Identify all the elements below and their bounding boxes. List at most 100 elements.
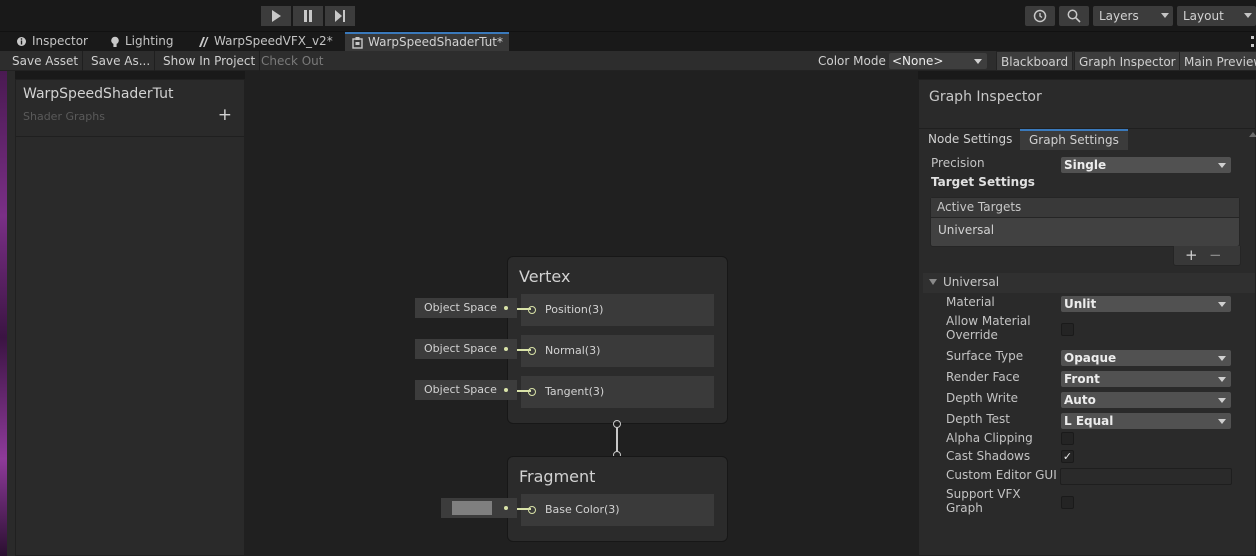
vertex-slot-tangent[interactable]: Tangent(3)	[521, 376, 714, 408]
cast-shadows-checkbox[interactable]: ✓	[1061, 450, 1074, 463]
material-label: Material	[946, 295, 995, 309]
material-dropdown[interactable]: Unlit	[1061, 296, 1231, 312]
play-icon	[272, 10, 281, 22]
base-color-input[interactable]	[441, 498, 517, 518]
layout-label: Layout	[1183, 9, 1224, 23]
alpha-clipping-checkbox[interactable]	[1061, 432, 1074, 445]
graph-inspector-toggle-button[interactable]: Graph Inspector	[1074, 51, 1181, 71]
slot-label: Normal(3)	[545, 344, 601, 357]
alpha-clipping-label: Alpha Clipping	[946, 431, 1033, 445]
material-value: Unlit	[1064, 297, 1097, 311]
input-value: Object Space	[424, 342, 497, 355]
layers-dropdown[interactable]: Layers	[1093, 6, 1173, 26]
connection-wire	[517, 508, 531, 510]
tab-lighting[interactable]: Lighting	[110, 32, 180, 51]
layers-label: Layers	[1099, 9, 1139, 23]
tab-vfx-graph[interactable]: WarpSpeedVFX_v2*	[197, 32, 339, 51]
depth-write-value: Auto	[1064, 393, 1096, 407]
vertex-node[interactable]: Vertex Position(3) Normal(3) Tangent(3)	[507, 256, 728, 424]
tangent-space-input[interactable]: Object Space	[415, 380, 517, 400]
tab-label: Lighting	[125, 34, 174, 48]
active-target-item[interactable]: Universal	[938, 223, 994, 237]
active-targets-header: Active Targets	[931, 198, 1239, 218]
play-button[interactable]	[261, 6, 291, 26]
universal-section-header[interactable]: Universal	[923, 273, 1255, 293]
editor-tab-bar: Inspector Lighting WarpSpeedVFX_v2* Warp…	[0, 32, 1256, 51]
surface-type-label: Surface Type	[946, 349, 1024, 363]
fragment-slot-base-color[interactable]: Base Color(3)	[521, 494, 714, 526]
search-button[interactable]	[1059, 6, 1089, 26]
color-swatch[interactable]	[452, 501, 492, 515]
custom-editor-gui-field[interactable]	[1060, 468, 1232, 485]
connection-dot	[504, 306, 508, 310]
chevron-down-icon	[1218, 377, 1226, 382]
chevron-down-icon	[1244, 13, 1252, 18]
depth-test-value: L Equal	[1064, 414, 1114, 428]
depth-test-dropdown[interactable]: L Equal	[1061, 413, 1231, 429]
vertex-slot-position[interactable]: Position(3)	[521, 294, 714, 326]
active-targets-list: Active Targets Universal	[930, 197, 1240, 247]
connection-wire	[517, 390, 531, 392]
allow-override-label: Allow Material Override	[946, 314, 1031, 342]
pause-icon	[304, 10, 312, 22]
scroll-up-icon[interactable]	[1249, 132, 1256, 137]
search-icon	[1067, 9, 1081, 23]
tab-graph-settings[interactable]: Graph Settings	[1020, 129, 1128, 150]
cast-shadows-label: Cast Shadows	[946, 449, 1031, 463]
vfx-graph-icon	[199, 36, 209, 47]
tab-label: WarpSpeedShaderTut*	[368, 35, 503, 49]
slot-label: Position(3)	[545, 303, 604, 316]
active-targets-label: Active Targets	[937, 200, 1022, 214]
divider	[16, 136, 244, 137]
connection-dot	[504, 506, 508, 510]
step-button[interactable]	[325, 6, 355, 26]
remove-target-button[interactable]: −	[1209, 246, 1222, 264]
show-in-project-button[interactable]: Show In Project	[159, 51, 261, 71]
connection-wire	[517, 308, 531, 310]
blackboard-toggle-button[interactable]: Blackboard	[996, 51, 1074, 71]
vertex-slot-normal[interactable]: Normal(3)	[521, 335, 714, 367]
allow-override-checkbox[interactable]	[1061, 323, 1074, 336]
panel-divider	[7, 71, 15, 556]
normal-space-input[interactable]: Object Space	[415, 339, 517, 359]
chevron-down-icon	[1218, 302, 1226, 307]
history-button[interactable]	[1025, 6, 1055, 26]
tab-shader-graph[interactable]: WarpSpeedShaderTut*	[345, 32, 509, 51]
depth-write-dropdown[interactable]: Auto	[1061, 392, 1231, 408]
history-icon	[1033, 9, 1047, 23]
add-target-button[interactable]: +	[1185, 246, 1198, 264]
slot-label: Tangent(3)	[545, 385, 605, 398]
graph-canvas[interactable]: Vertex Position(3) Normal(3) Tangent(3) …	[245, 71, 918, 556]
depth-test-label: Depth Test	[946, 412, 1010, 426]
custom-editor-gui-label: Custom Editor GUI	[946, 468, 1057, 482]
tab-menu-icon[interactable]	[1251, 36, 1254, 47]
color-mode-label: Color Mode	[818, 54, 886, 68]
check-out-button[interactable]: Check Out	[257, 51, 327, 71]
pause-button[interactable]	[293, 6, 323, 26]
chevron-down-icon	[1218, 419, 1226, 424]
main-preview-toggle-button[interactable]: Main Preview	[1179, 51, 1256, 71]
surface-type-dropdown[interactable]: Opaque	[1061, 350, 1231, 366]
support-vfx-checkbox[interactable]	[1061, 496, 1074, 509]
lightbulb-icon	[111, 36, 119, 47]
support-vfx-label: Support VFX Graph	[946, 487, 1021, 515]
precision-dropdown[interactable]: Single	[1061, 157, 1231, 173]
blackboard-panel: WarpSpeedShaderTut Shader Graphs +	[15, 79, 245, 556]
step-icon	[335, 10, 345, 22]
tab-node-settings[interactable]: Node Settings	[919, 129, 1021, 150]
tab-inspector[interactable]: Inspector	[16, 32, 94, 51]
add-property-button[interactable]: +	[218, 105, 232, 125]
inspector-icon	[17, 37, 26, 46]
render-face-dropdown[interactable]: Front	[1061, 371, 1231, 387]
layout-dropdown[interactable]: Layout	[1177, 6, 1256, 26]
position-space-input[interactable]: Object Space	[415, 298, 517, 318]
surface-type-value: Opaque	[1064, 351, 1117, 365]
shader-graph-toolbar: Save Asset Save As... Show In Project Ch…	[0, 51, 1256, 71]
color-mode-value: <None>	[892, 54, 944, 68]
connection-dot	[504, 388, 508, 392]
fragment-node[interactable]: Fragment Base Color(3)	[507, 456, 728, 542]
save-asset-button[interactable]: Save Asset	[8, 51, 84, 71]
chevron-down-icon	[1218, 356, 1226, 361]
save-as-button[interactable]: Save As...	[87, 51, 156, 71]
color-mode-dropdown[interactable]: <None>	[889, 53, 987, 69]
